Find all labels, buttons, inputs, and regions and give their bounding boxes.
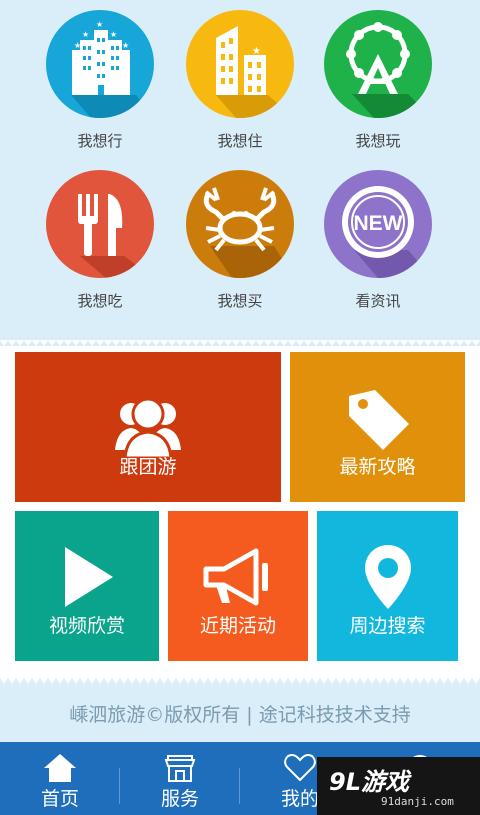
- home-icon: [44, 754, 76, 782]
- new-badge-icon: NEW: [324, 170, 432, 278]
- svg-text:NEW: NEW: [354, 212, 403, 235]
- group-people-icon: [115, 397, 181, 460]
- svg-text:★: ★: [110, 30, 117, 39]
- watermark-logo: 9L游戏: [329, 768, 409, 796]
- copyright-text: 嵊泗旅游©版权所有 | 途记科技技术支持: [69, 704, 411, 726]
- category-label: 我想吃: [77, 292, 123, 310]
- site-watermark: 9L游戏 91danji.com: [317, 757, 480, 815]
- zigzag-divider: [0, 676, 480, 684]
- svg-text:★: ★: [96, 20, 103, 29]
- price-tag-icon: [348, 390, 409, 450]
- tile-latest-guides[interactable]: 最新攻略: [290, 352, 465, 502]
- svg-text:★: ★: [252, 46, 261, 57]
- svg-text:★: ★: [74, 41, 81, 50]
- heart-icon: [284, 754, 316, 782]
- tile-nearby-search[interactable]: 周边搜索: [317, 511, 458, 661]
- fork-knife-icon: [46, 170, 154, 278]
- tile-label: 周边搜索: [349, 615, 426, 637]
- category-travel[interactable]: ★ ★ ★ ★ ★ 我想行: [30, 10, 170, 151]
- category-buy[interactable]: 我想买: [170, 170, 310, 311]
- category-grid: ★ ★ ★ ★ ★ 我想行 ★ 我想住 我想玩 我想吃 我想买 NEW 看资讯: [0, 0, 480, 345]
- tab-label: 服务: [160, 788, 199, 810]
- tab-label: 首页: [40, 788, 79, 810]
- apartment-buildings-icon: ★: [186, 10, 294, 118]
- shop-icon: [164, 755, 196, 782]
- play-icon: [65, 547, 113, 607]
- watermark-url: 91danji.com: [381, 795, 454, 808]
- category-label: 我想行: [77, 132, 123, 150]
- tile-label: 最新攻略: [339, 456, 416, 478]
- tile-label: 近期活动: [199, 615, 276, 637]
- category-news[interactable]: NEW 看资讯: [308, 170, 448, 311]
- tab-home[interactable]: 首页: [0, 742, 120, 815]
- svg-text:★: ★: [122, 41, 129, 50]
- category-label: 我想买: [217, 292, 263, 310]
- tile-label: 跟团游: [119, 456, 177, 478]
- tab-services[interactable]: 服务: [120, 742, 240, 815]
- category-label: 看资讯: [355, 292, 401, 310]
- category-label: 我想住: [217, 132, 263, 150]
- ferris-wheel-icon: [324, 10, 432, 118]
- category-stay[interactable]: ★ 我想住: [170, 10, 310, 151]
- location-pin-icon: [364, 545, 411, 609]
- tile-events[interactable]: 近期活动: [168, 511, 308, 661]
- tile-label: 视频欣赏: [48, 615, 125, 637]
- hotel-building-icon: ★ ★ ★ ★ ★: [46, 10, 154, 118]
- category-play[interactable]: 我想玩: [308, 10, 448, 151]
- feature-tiles: 跟团游 最新攻略 视频欣赏 近期活动 周边搜索: [0, 346, 480, 676]
- crab-icon: [186, 170, 294, 278]
- category-label: 我想玩: [355, 132, 401, 150]
- tile-video[interactable]: 视频欣赏: [15, 511, 159, 661]
- category-eat[interactable]: 我想吃: [30, 170, 170, 311]
- megaphone-icon: [203, 548, 268, 606]
- tile-group-tour[interactable]: 跟团游: [15, 352, 281, 502]
- svg-text:★: ★: [82, 30, 89, 39]
